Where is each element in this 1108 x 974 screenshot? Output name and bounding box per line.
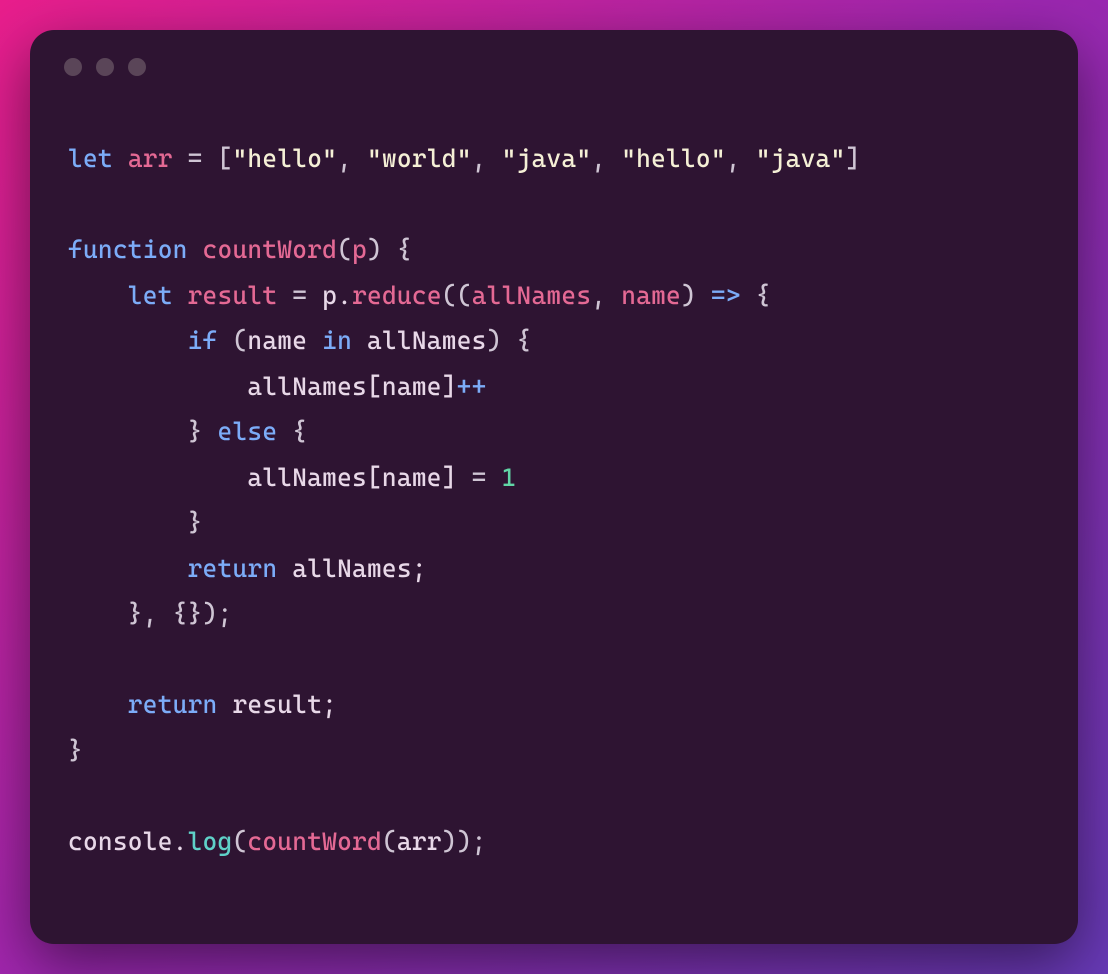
code-token: ): [681, 281, 711, 310]
code-line: allNames[name] = 1: [68, 455, 1040, 501]
code-token: ,: [472, 144, 502, 173]
code-token: [113, 144, 128, 173]
code-token: }: [68, 736, 83, 765]
code-token: [: [218, 144, 233, 173]
code-token: function: [68, 235, 188, 264]
code-token: ,: [591, 281, 621, 310]
code-line: }: [68, 728, 1040, 774]
code-token: }: [188, 508, 203, 537]
code-token: name: [247, 326, 322, 355]
code-token: let: [68, 144, 113, 173]
code-token: {: [277, 417, 307, 446]
code-token: in: [322, 326, 352, 355]
code-line: console.log(countWord(arr));: [68, 819, 1040, 865]
code-line: }: [68, 500, 1040, 546]
code-token: let: [128, 281, 173, 310]
code-token: ,: [726, 144, 756, 173]
code-token: p: [352, 235, 367, 264]
code-token: (: [382, 827, 397, 856]
code-token: name: [621, 281, 681, 310]
code-token: {: [741, 281, 771, 310]
code-token: return: [188, 554, 278, 583]
code-token: (: [232, 326, 247, 355]
code-token: allNames: [472, 281, 592, 310]
code-token: if: [188, 326, 218, 355]
code-line: }, {});: [68, 591, 1040, 637]
code-line: function countWord(p) {: [68, 227, 1040, 273]
code-token: allNames[name]: [68, 463, 472, 492]
code-token: arr: [128, 144, 173, 173]
code-token: =>: [711, 281, 741, 310]
code-token: allNames[name]: [68, 372, 457, 401]
code-line: return allNames;: [68, 546, 1040, 592]
traffic-light-zoom-icon[interactable]: [128, 58, 146, 76]
code-token: ++: [457, 372, 487, 401]
code-token: allNames;: [277, 554, 426, 583]
code-token: p.: [307, 281, 352, 310]
code-token: "world": [367, 144, 472, 173]
code-token: [68, 554, 188, 583]
code-line: } else {: [68, 409, 1040, 455]
code-token: "java": [756, 144, 846, 173]
code-line: [68, 182, 1040, 228]
code-token: [203, 144, 218, 173]
code-window: let arr = ["hello", "world", "java", "he…: [30, 30, 1078, 944]
code-editor[interactable]: let arr = ["hello", "world", "java", "he…: [30, 86, 1078, 944]
code-line: [68, 637, 1040, 683]
code-line: if (name in allNames) {: [68, 318, 1040, 364]
code-token: else: [218, 417, 278, 446]
code-line: let arr = ["hello", "world", "java", "he…: [68, 136, 1040, 182]
code-token: ) {: [367, 235, 412, 264]
code-token: result: [188, 281, 278, 310]
code-token: =: [292, 281, 307, 310]
code-token: console.: [68, 827, 188, 856]
code-token: [188, 235, 203, 264]
code-token: result;: [218, 690, 338, 719]
code-token: ) {: [487, 326, 532, 355]
code-token: =: [472, 463, 487, 492]
code-token: 1: [502, 463, 517, 492]
code-token: [173, 144, 188, 173]
code-token: return: [128, 690, 218, 719]
code-token: ));: [442, 827, 487, 856]
code-token: [218, 326, 233, 355]
code-line: return result;: [68, 682, 1040, 728]
code-token: [68, 417, 188, 446]
code-token: }, {});: [128, 599, 233, 628]
code-token: arr: [397, 827, 442, 856]
code-token: [68, 326, 188, 355]
code-token: (: [232, 827, 247, 856]
code-token: ,: [591, 144, 621, 173]
code-token: allNames: [352, 326, 487, 355]
code-token: countWord: [203, 235, 338, 264]
window-titlebar: [30, 30, 1078, 86]
traffic-light-minimize-icon[interactable]: [96, 58, 114, 76]
code-token: [68, 281, 128, 310]
code-token: reduce: [352, 281, 442, 310]
traffic-light-close-icon[interactable]: [64, 58, 82, 76]
code-token: "hello": [232, 144, 337, 173]
code-token: [68, 599, 128, 628]
code-token: =: [188, 144, 203, 173]
code-line: [68, 773, 1040, 819]
code-token: [487, 463, 502, 492]
code-token: }: [188, 417, 218, 446]
code-token: ((: [442, 281, 472, 310]
code-token: ,: [337, 144, 367, 173]
code-line: allNames[name]++: [68, 364, 1040, 410]
code-line: let result = p.reduce((allNames, name) =…: [68, 273, 1040, 319]
code-token: "java": [502, 144, 592, 173]
code-token: ]: [845, 144, 860, 173]
code-token: [277, 281, 292, 310]
code-token: [173, 281, 188, 310]
code-token: log: [188, 827, 233, 856]
code-token: countWord: [247, 827, 382, 856]
code-token: [68, 690, 128, 719]
code-token: [68, 508, 188, 537]
code-token: (: [337, 235, 352, 264]
code-token: "hello": [621, 144, 726, 173]
